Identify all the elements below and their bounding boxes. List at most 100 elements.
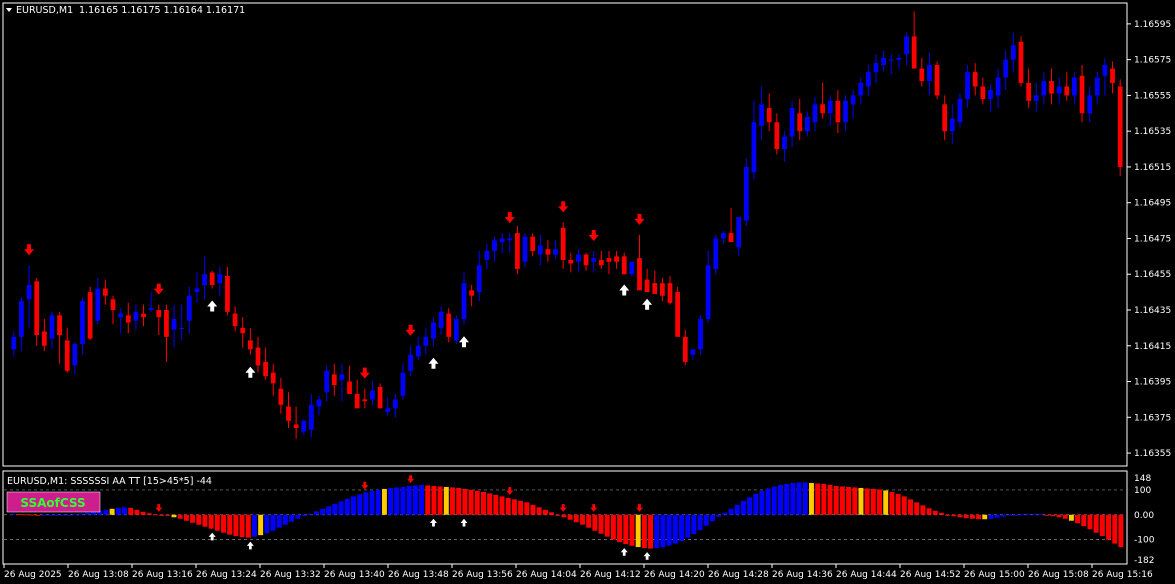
histogram-bar xyxy=(282,514,288,525)
histogram-bar xyxy=(610,514,616,540)
candle-body xyxy=(972,72,978,87)
candle-body xyxy=(1010,45,1016,60)
candle-body xyxy=(1003,59,1009,78)
histogram-bar xyxy=(709,514,715,522)
price-tick-label: 1.16395 xyxy=(1134,378,1171,388)
histogram-bar xyxy=(264,514,270,534)
histogram-bar xyxy=(908,499,913,515)
candle-body xyxy=(721,233,726,239)
candle-body xyxy=(255,347,261,366)
histogram-bar xyxy=(542,509,548,515)
histogram-bar xyxy=(66,514,72,516)
histogram-bar xyxy=(351,496,356,515)
histogram-bar xyxy=(480,491,486,515)
histogram-bar xyxy=(326,506,332,515)
candle-body xyxy=(698,318,703,350)
candle-body xyxy=(1056,86,1062,94)
candle-body xyxy=(1102,65,1108,76)
histogram-bar xyxy=(623,514,629,545)
candle-body xyxy=(591,258,597,262)
time-tick-label: 26 Aug 13:56 xyxy=(452,570,513,580)
histogram-bar xyxy=(258,514,264,536)
histogram-bar xyxy=(1031,513,1037,515)
histogram-bar xyxy=(1013,514,1019,516)
histogram-bar xyxy=(270,514,276,531)
candle-body xyxy=(995,77,1001,96)
histogram-bar xyxy=(518,500,524,515)
histogram-bar xyxy=(190,514,196,523)
candle-body xyxy=(1087,95,1093,114)
price-tick-label: 1.16455 xyxy=(1134,270,1171,280)
histogram-bar xyxy=(388,487,394,515)
histogram-bar xyxy=(505,497,511,515)
histogram-bar xyxy=(369,490,375,515)
candle-body xyxy=(301,420,307,432)
histogram-bar xyxy=(301,514,307,517)
histogram-bar xyxy=(827,484,833,515)
candle-body xyxy=(507,238,513,241)
histogram-bar xyxy=(363,492,369,515)
histogram-bar xyxy=(938,512,944,515)
candle-body xyxy=(179,327,185,329)
candle-body xyxy=(240,327,246,334)
histogram-bar xyxy=(1075,514,1081,524)
candle-body xyxy=(385,408,391,412)
histogram-bar xyxy=(165,514,171,516)
candle-body xyxy=(644,279,650,293)
candle-body xyxy=(354,394,360,409)
candle-body xyxy=(621,256,627,275)
candle-body xyxy=(576,254,581,262)
histogram-bar xyxy=(635,514,641,548)
candle-body xyxy=(400,372,406,396)
candle-body xyxy=(438,311,444,328)
histogram-bar xyxy=(1118,514,1124,548)
price-tick-label: 1.16435 xyxy=(1134,306,1171,316)
histogram-bar xyxy=(1093,514,1099,533)
histogram-bar xyxy=(808,482,814,515)
time-tick-label: 26 Aug 13:16 xyxy=(132,570,193,580)
candle-body xyxy=(1041,81,1047,96)
candle-body xyxy=(713,238,719,269)
candle-body xyxy=(560,227,566,260)
price-tick-label: 1.16495 xyxy=(1134,199,1171,209)
indicator-tick-label: 0.00 xyxy=(1134,511,1154,521)
candle-body xyxy=(774,122,780,150)
candle-body xyxy=(568,259,574,264)
candle-body xyxy=(316,399,322,407)
histogram-bar xyxy=(1081,514,1087,527)
histogram-bar xyxy=(901,496,907,515)
histogram-bar xyxy=(858,487,864,515)
histogram-bar xyxy=(1062,514,1068,519)
histogram-bar xyxy=(22,514,28,516)
histogram-bar xyxy=(617,514,623,543)
histogram-bar xyxy=(35,514,41,516)
candle-body xyxy=(1018,41,1024,83)
histogram-bar xyxy=(239,514,245,538)
candle-body xyxy=(1094,77,1100,96)
candle-body xyxy=(850,95,856,105)
histogram-bar xyxy=(524,502,530,515)
histogram-bar xyxy=(821,483,827,515)
candle-body xyxy=(682,336,688,362)
candle-body xyxy=(1072,77,1077,96)
trading-chart[interactable]: 1.16595 1.16575 1.16555 1.16535 1.16515 1.164… xyxy=(0,0,1175,584)
candle-body xyxy=(49,315,55,339)
histogram-bar xyxy=(573,514,579,523)
histogram-bar xyxy=(60,514,66,516)
histogram-bar xyxy=(920,505,926,515)
candle-body xyxy=(804,116,810,132)
indicator-title: EURUSD,M1: SSSSSSI AA TT [15>45*5] -44 xyxy=(7,476,212,487)
histogram-bar xyxy=(679,514,684,542)
histogram-bar xyxy=(320,508,326,515)
candle-body xyxy=(110,299,116,310)
histogram-bar xyxy=(852,487,858,515)
histogram-bar xyxy=(511,499,517,515)
candle-body xyxy=(392,399,398,409)
candle-body xyxy=(217,274,223,284)
histogram-bar xyxy=(549,512,555,515)
histogram-bar xyxy=(1112,514,1118,544)
histogram-bar xyxy=(468,489,474,515)
histogram-bar xyxy=(802,482,808,515)
histogram-bar xyxy=(103,509,109,515)
histogram-bar xyxy=(177,514,183,519)
